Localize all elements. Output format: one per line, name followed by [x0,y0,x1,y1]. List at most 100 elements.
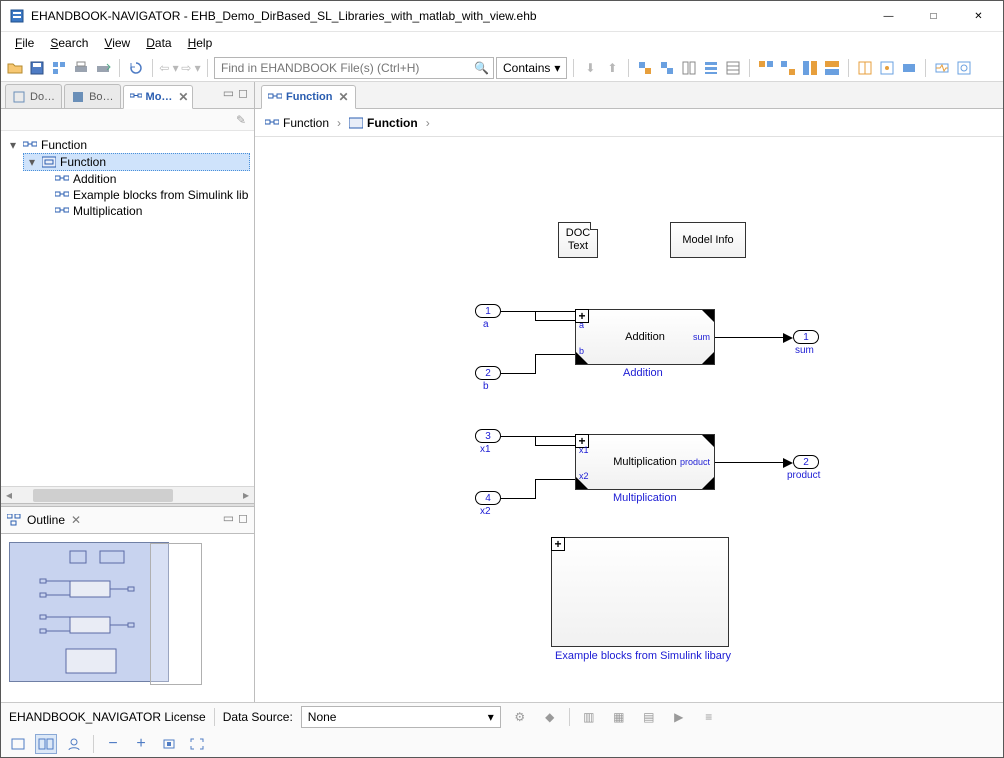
edit-icon[interactable]: ✎ [236,113,246,127]
maximize-pane-icon[interactable]: ◻ [238,86,248,100]
inport-3[interactable]: 3 [475,429,501,443]
sb-tool3-icon[interactable]: ▤ [638,707,660,727]
tab-function[interactable]: Function ✕ [261,85,356,109]
outline-icon [7,513,21,527]
cloud-icon[interactable]: ◆ [539,707,561,727]
outline-body[interactable] [1,534,254,702]
collapse-icon[interactable]: ▾ [7,138,19,152]
sb-tool2-icon[interactable]: ▦ [608,707,630,727]
zoom-in-icon[interactable]: + [130,734,152,754]
save-icon[interactable] [27,58,47,78]
tool-a-icon[interactable] [635,58,655,78]
tab-documents[interactable]: Do… [5,84,62,108]
forward-button[interactable]: ⇨ ▾ [181,58,201,78]
search-input[interactable]: 🔍 [214,57,494,79]
breadcrumb-label: Function [367,116,418,130]
gear-icon[interactable]: ⚙ [509,707,531,727]
inport-4[interactable]: 4 [475,491,501,505]
tool-x1-icon[interactable] [855,58,875,78]
doc-block-line1: DOC [566,227,590,239]
multiplication-block[interactable]: + x1 x2 product Multiplication [575,434,715,490]
minimize-pane-icon[interactable]: ▭ [223,511,234,525]
view-split-icon[interactable] [35,734,57,754]
breadcrumb-item[interactable]: Function [265,116,329,130]
print-icon[interactable] [71,58,91,78]
outport-2[interactable]: 2 [793,455,819,469]
maximize-button[interactable]: □ [911,2,956,31]
tool-d-icon[interactable] [701,58,721,78]
menu-data[interactable]: Data [138,34,179,52]
back-button[interactable]: ⇦ ▾ [159,58,179,78]
manage-icon[interactable] [49,58,69,78]
outline-title: Outline [27,513,65,527]
right-pane: Function ✕ Function › Function › DOC Tex… [255,82,1003,702]
example-block[interactable]: + [551,537,729,647]
fullscreen-icon[interactable] [186,734,208,754]
menu-view[interactable]: View [96,34,138,52]
export-icon[interactable] [93,58,113,78]
sb-tool1-icon[interactable]: ▥ [578,707,600,727]
menu-search[interactable]: Search [42,34,96,52]
tree-node-multiplication[interactable]: Multiplication [53,203,250,219]
fit-icon[interactable] [158,734,180,754]
minimize-pane-icon[interactable]: ▭ [223,86,234,100]
outline-pane: Outline ✕ ▭ ◻ [1,507,254,702]
close-button[interactable]: ✕ [956,2,1001,31]
tree-root[interactable]: ▾ Function [5,137,250,153]
collapse-icon[interactable]: ▾ [26,155,38,169]
layout1-icon[interactable] [756,58,776,78]
outline-minimap[interactable] [9,542,169,682]
tab-model[interactable]: Mo… ✕ [123,85,193,109]
expand-icon[interactable]: + [551,537,565,551]
inport-1[interactable]: 1 [475,304,501,318]
tool-e-icon[interactable] [723,58,743,78]
layout4-icon[interactable] [822,58,842,78]
inport-2[interactable]: 2 [475,366,501,380]
menu-file[interactable]: File [7,34,42,52]
mult-caption: Multiplication [613,492,677,504]
scroll-left-icon[interactable]: ◂ [1,488,17,502]
layout3-icon[interactable] [800,58,820,78]
close-icon[interactable]: ✕ [178,90,188,104]
tree-node-addition[interactable]: Addition [53,171,250,187]
play-icon[interactable]: ▶ [668,707,690,727]
list-icon[interactable]: ≡ [698,707,720,727]
search-field[interactable] [219,60,474,76]
open-icon[interactable] [5,58,25,78]
nav-down-icon[interactable]: ⬇ [580,58,600,78]
scrollbar-thumb[interactable] [33,489,173,502]
tree-node-function[interactable]: ▾ Function [23,153,250,171]
refresh-icon[interactable] [126,58,146,78]
tree-hscrollbar[interactable]: ◂ ▸ [1,486,254,503]
search-mode-combo[interactable]: Contains ▾ [496,57,567,79]
zoom-out-icon[interactable]: − [102,734,124,754]
datasource-combo[interactable]: None ▾ [301,706,501,728]
tab-bookmarks[interactable]: Bo… [64,84,120,108]
window-title: EHANDBOOK-NAVIGATOR - EHB_Demo_DirBased_… [31,9,866,23]
tool-c-icon[interactable] [679,58,699,78]
breadcrumb-item[interactable]: Function [349,116,418,130]
function-icon [265,116,279,130]
model-tree[interactable]: ▾ Function ▾ Function Addition Example b… [1,131,254,486]
doc-block[interactable]: DOC Text [558,222,598,258]
minimize-button[interactable]: — [866,2,911,31]
modelinfo-block[interactable]: Model Info [670,222,746,258]
view-single-icon[interactable] [7,734,29,754]
tool-b-icon[interactable] [657,58,677,78]
close-icon[interactable]: ✕ [71,513,81,527]
scroll-right-icon[interactable]: ▸ [238,488,254,502]
tree-node-example[interactable]: Example blocks from Simulink lib [53,187,250,203]
menu-help[interactable]: Help [180,34,221,52]
addition-block[interactable]: + a b sum Addition [575,309,715,365]
maximize-pane-icon[interactable]: ◻ [238,511,248,525]
layout2-icon[interactable] [778,58,798,78]
close-icon[interactable]: ✕ [338,90,348,104]
tool-x2-icon[interactable] [877,58,897,78]
tool-x3-icon[interactable] [899,58,919,78]
nav-up-icon[interactable]: ⬆ [602,58,622,78]
diagram-canvas[interactable]: DOC Text Model Info 1 a 2 b + [255,137,1003,702]
tool-y2-icon[interactable] [954,58,974,78]
view-user-icon[interactable] [63,734,85,754]
tool-y1-icon[interactable] [932,58,952,78]
outport-1[interactable]: 1 [793,330,819,344]
